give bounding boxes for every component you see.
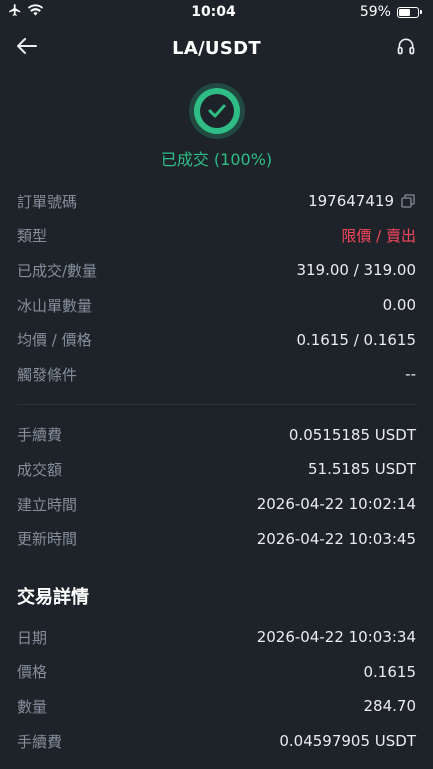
detail-label: 觸發條件: [17, 365, 78, 384]
status-icons-right: 59%: [359, 4, 422, 20]
copy-icon[interactable]: [400, 193, 416, 209]
battery-percent: 59%: [359, 4, 391, 20]
order-status-text: 已成交 (100%): [160, 150, 273, 169]
detail-value: --: [405, 365, 416, 384]
detail-row-created: 建立時間 2026-04-22 10:02:14: [17, 487, 416, 522]
airplane-icon: [8, 3, 22, 21]
trade-details-title: 交易詳情: [17, 586, 89, 608]
detail-label: 類型: [17, 227, 48, 246]
fee-details: 手續費 0.0515185 USDT 成交額 51.5185 USDT 建立時間…: [0, 418, 433, 556]
detail-row-amount: 成交額 51.5185 USDT: [17, 452, 416, 487]
detail-label: 更新時間: [17, 530, 78, 549]
order-status-block: 已成交 (100%): [0, 88, 433, 170]
detail-value: 限價 / 賣出: [341, 227, 416, 246]
arrow-left-icon: [17, 38, 37, 58]
detail-value: 0.0515185 USDT: [288, 425, 416, 444]
trade-row-fee: 手續費 0.04597905 USDT: [17, 724, 416, 759]
nav-bar: LA/USDT: [0, 24, 433, 72]
detail-row-fee: 手續費 0.0515185 USDT: [17, 418, 416, 453]
trade-label: 手續費: [17, 732, 63, 751]
detail-value: 2026-04-22 10:03:45: [256, 529, 416, 548]
detail-value: 319.00 / 319.00: [296, 261, 416, 280]
trade-details: 日期 2026-04-22 10:03:34 價格 0.1615 數量 284.…: [0, 620, 433, 758]
back-button[interactable]: [12, 33, 42, 63]
detail-row-updated: 更新時間 2026-04-22 10:03:45: [17, 521, 416, 556]
trade-row-price: 價格 0.1615: [17, 655, 416, 690]
detail-label: 已成交/數量: [17, 261, 98, 280]
wifi-icon: [28, 4, 43, 20]
support-button[interactable]: [391, 33, 421, 63]
detail-row-order-id: 訂單號碼 197647419: [17, 184, 416, 219]
divider: [17, 403, 416, 405]
detail-value: 0.1615 / 0.1615: [296, 330, 416, 349]
detail-label: 成交額: [17, 460, 63, 479]
detail-value: 0.00: [382, 296, 416, 315]
trade-value: 284.70: [363, 697, 417, 716]
detail-row-price: 均價 / 價格 0.1615 / 0.1615: [17, 322, 416, 357]
status-icons-left: [8, 3, 68, 21]
trade-value: 0.1615: [363, 662, 417, 681]
trade-value: 2026-04-22 10:03:34: [256, 628, 416, 647]
detail-row-filled: 已成交/數量 319.00 / 319.00: [17, 253, 416, 288]
order-id-value: 197647419: [308, 192, 394, 211]
order-details: 訂單號碼 197647419 類型 限價 / 賣出 已成交/數量 319.00 …: [0, 184, 433, 392]
trade-label: 日期: [17, 628, 48, 647]
headphones-icon: [396, 36, 416, 60]
detail-value: 2026-04-22 10:02:14: [256, 495, 416, 514]
trade-label: 數量: [17, 697, 48, 716]
status-bar: 10:04 59%: [0, 0, 433, 24]
trade-row-date: 日期 2026-04-22 10:03:34: [17, 620, 416, 655]
detail-row-type: 類型 限價 / 賣出: [17, 219, 416, 254]
clock: 10:04: [191, 4, 236, 20]
trade-row-quantity: 數量 284.70: [17, 689, 416, 724]
detail-label: 訂單號碼: [17, 192, 78, 211]
battery-icon: [396, 6, 422, 18]
detail-row-iceberg: 冰山單數量 0.00: [17, 288, 416, 323]
detail-label: 建立時間: [17, 495, 78, 514]
detail-value: 197647419: [308, 192, 416, 210]
trade-label: 價格: [17, 663, 48, 682]
check-circle-icon: [193, 88, 240, 134]
detail-label: 冰山單數量: [17, 296, 93, 315]
detail-value: 51.5185 USDT: [307, 460, 416, 479]
detail-row-trigger: 觸發條件 --: [17, 357, 416, 392]
detail-label: 均價 / 價格: [17, 331, 92, 350]
trade-value: 0.04597905 USDT: [279, 732, 416, 751]
page-title: LA/USDT: [172, 37, 261, 59]
detail-label: 手續費: [17, 426, 63, 445]
